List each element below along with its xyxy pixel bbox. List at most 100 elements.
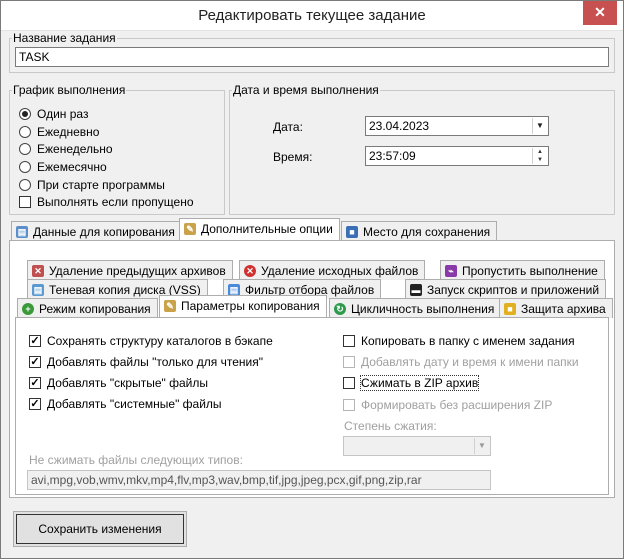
subtab-label: Цикличность выполнения: [351, 302, 495, 316]
checkbox-label: Добавлять "системные" файлы: [47, 397, 222, 411]
checkbox-label: Сохранять структуру каталогов в бэкапе: [47, 334, 273, 348]
subtab-skip-run[interactable]: ⌁ Пропустить выполнение: [440, 260, 605, 280]
checkbox-icon: [343, 398, 355, 411]
add-hidden-checkbox[interactable]: ✓ Добавлять "скрытые" файлы: [29, 375, 208, 391]
copy-params-icon: ✎: [164, 299, 176, 312]
subtab-copy-params[interactable]: ✎ Параметры копирования: [159, 295, 327, 317]
tab-extra-options[interactable]: ✎ Дополнительные опции: [179, 218, 340, 240]
schedule-option-label: Еженедельно: [37, 142, 113, 156]
schedule-once-radio[interactable]: Один раз: [19, 106, 88, 122]
archive-lock-icon: ■: [504, 302, 516, 315]
checkbox-label: Копировать в папку с именем задания: [361, 334, 575, 348]
radio-icon: [19, 160, 31, 173]
checkbox-label: Добавлять дату и время к имени папки: [361, 355, 579, 369]
subtab-label: Режим копирования: [39, 302, 151, 316]
compression-level-label: Степень сжатия:: [344, 419, 437, 433]
schedule-startup-radio[interactable]: При старте программы: [19, 177, 165, 193]
no-zip-extension-checkbox: Формировать без расширения ZIP: [343, 397, 552, 413]
run-if-missed-checkbox[interactable]: Выполнять если пропущено: [19, 194, 194, 210]
add-readonly-checkbox[interactable]: ✓ Добавлять файлы "только для чтения": [29, 354, 263, 370]
schedule-monthly-radio[interactable]: Ежемесячно: [19, 159, 107, 175]
checkbox-icon: ✓: [29, 334, 41, 347]
subtab-label: Параметры копирования: [181, 299, 320, 313]
exclude-types-input: avi,mpg,vob,wmv,mkv,mp4,flv,mp3,wav,bmp,…: [27, 470, 491, 490]
data-copy-icon: ▤: [16, 225, 28, 238]
window-title: Редактировать текущее задание: [198, 7, 426, 24]
date-value: 23.04.2023: [369, 119, 430, 133]
subtab-delete-prev-archives[interactable]: ✕ Удаление предыдущих архивов: [27, 260, 233, 280]
tab-data-copy[interactable]: ▤ Данные для копирования: [11, 221, 182, 241]
tab-label: Место для сохранения: [363, 225, 491, 239]
checkbox-icon: [343, 334, 355, 347]
datetime-legend: Дата и время выполнения: [233, 83, 379, 97]
checkbox-label: Формировать без расширения ZIP: [361, 398, 553, 412]
time-value: 23:57:09: [369, 149, 416, 163]
run-scripts-icon: ▬: [410, 283, 422, 296]
tab-label: Данные для копирования: [33, 225, 175, 239]
subtab-run-scripts[interactable]: ▬ Запуск скриптов и приложений: [405, 279, 607, 299]
compress-zip-checkbox[interactable]: Сжимать в ZIP архив: [343, 375, 480, 391]
compression-level-select: ▼: [343, 436, 491, 456]
schedule-option-label: Один раз: [37, 107, 89, 121]
task-name-legend: Название задания: [13, 31, 116, 45]
radio-icon: [19, 142, 31, 155]
radio-icon: [19, 107, 31, 120]
date-picker[interactable]: 23.04.2023 ▼: [365, 116, 549, 136]
edit-task-dialog: Редактировать текущее задание ✕ Название…: [0, 0, 624, 559]
subtab-label: Запуск скриптов и приложений: [427, 283, 600, 297]
chevron-down-icon[interactable]: ▼: [532, 118, 547, 134]
subtab-cyclic[interactable]: ↻ Цикличность выполнения: [329, 298, 502, 318]
add-system-checkbox[interactable]: ✓ Добавлять "системные" файлы: [29, 396, 222, 412]
checkbox-icon: [343, 376, 355, 389]
copy-to-task-folder-checkbox[interactable]: Копировать в папку с именем задания: [343, 333, 575, 349]
time-spinner[interactable]: ▲ ▼: [532, 148, 547, 164]
schedule-option-label: Ежедневно: [37, 125, 100, 139]
exclude-types-label: Не сжимать файлы следующих типов:: [29, 453, 243, 467]
time-label: Время:: [273, 150, 313, 164]
subtab-label: Удаление исходных файлов: [261, 264, 419, 278]
schedule-legend: График выполнения: [13, 83, 126, 97]
tab-save-location[interactable]: ■ Место для сохранения: [341, 221, 498, 241]
skip-run-icon: ⌁: [445, 264, 457, 277]
delete-source-icon: ✕: [244, 264, 256, 277]
subtab-label: Защита архива: [521, 302, 606, 316]
schedule-weekly-radio[interactable]: Еженедельно: [19, 141, 113, 157]
cyclic-icon: ↻: [334, 302, 346, 315]
schedule-option-label: Ежемесячно: [37, 160, 107, 174]
delete-archives-icon: ✕: [32, 264, 44, 277]
date-label: Дата:: [273, 120, 303, 134]
subtab-label: Удаление предыдущих архивов: [49, 264, 226, 278]
save-changes-label: Сохранить изменения: [16, 514, 184, 544]
save-location-icon: ■: [346, 225, 358, 238]
subtab-delete-source-files[interactable]: ✕ Удаление исходных файлов: [239, 260, 426, 280]
save-changes-button[interactable]: Сохранить изменения: [13, 511, 187, 547]
subtab-archive-protection[interactable]: ■ Защита архива: [499, 298, 613, 318]
title-bar: Редактировать текущее задание ✕: [1, 1, 623, 31]
shadow-copy-icon: ▤: [32, 283, 44, 296]
copy-mode-icon: +: [22, 302, 34, 315]
close-button[interactable]: ✕: [583, 1, 617, 25]
checkbox-icon: [19, 195, 31, 208]
chevron-down-icon: ▼: [474, 438, 489, 454]
options-icon: ✎: [184, 222, 196, 235]
checkbox-label: Добавлять "скрытые" файлы: [47, 376, 208, 390]
radio-icon: [19, 178, 31, 191]
subtab-copy-mode[interactable]: + Режим копирования: [17, 298, 158, 318]
time-picker[interactable]: 23:57:09 ▲ ▼: [365, 146, 549, 166]
checkbox-icon: ✓: [29, 376, 41, 389]
subtab-label: Пропустить выполнение: [462, 264, 598, 278]
tab-label: Дополнительные опции: [201, 222, 333, 236]
add-datetime-checkbox: Добавлять дату и время к имени папки: [343, 354, 579, 370]
checkbox-label: Добавлять файлы "только для чтения": [47, 355, 263, 369]
checkbox-icon: ✓: [29, 397, 41, 410]
checkbox-icon: ✓: [29, 355, 41, 368]
spin-up-icon[interactable]: ▲: [533, 148, 547, 156]
schedule-daily-radio[interactable]: Ежедневно: [19, 124, 99, 140]
schedule-option-label: При старте программы: [37, 178, 165, 192]
keep-dir-structure-checkbox[interactable]: ✓ Сохранять структуру каталогов в бэкапе: [29, 333, 273, 349]
task-name-input[interactable]: TASK: [15, 47, 609, 67]
checkbox-label: Сжимать в ZIP архив: [359, 375, 480, 391]
checkbox-icon: [343, 355, 355, 368]
spin-down-icon[interactable]: ▼: [533, 156, 547, 164]
run-if-missed-label: Выполнять если пропущено: [37, 195, 194, 209]
